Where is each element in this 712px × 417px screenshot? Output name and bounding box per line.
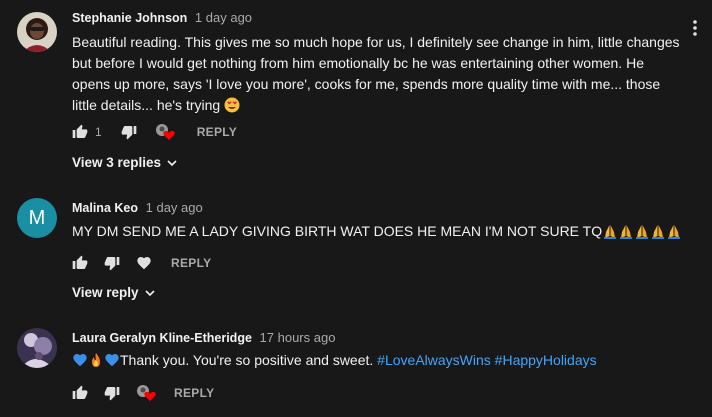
folded-hands-emoji-group	[602, 223, 682, 239]
folded-hands-emoji	[650, 223, 666, 245]
comment-time[interactable]: 1 day ago	[146, 200, 203, 215]
view-replies-label: View reply	[72, 285, 139, 300]
thumb-down-icon[interactable]	[121, 124, 137, 140]
blue-heart-emoji	[104, 352, 120, 374]
hashtag-link[interactable]: #HappyHolidays	[495, 352, 597, 368]
heart-eyes-emoji	[224, 97, 240, 119]
folded-hands-emoji	[602, 223, 618, 245]
reply-button[interactable]: REPLY	[171, 256, 211, 270]
blue-heart-emoji	[72, 352, 88, 374]
author-name[interactable]: Stephanie Johnson	[72, 11, 187, 25]
thumb-up-icon[interactable]	[72, 385, 88, 401]
more-vert-icon[interactable]	[690, 18, 700, 38]
comment-text: MY DM SEND ME A LADY GIVING BIRTH WAT DO…	[72, 221, 684, 245]
avatar[interactable]	[17, 328, 57, 368]
chevron-down-icon	[144, 287, 156, 299]
comment-actions: REPLY	[72, 253, 211, 273]
heart-icon[interactable]	[136, 255, 152, 271]
view-replies-button[interactable]: View 3 replies	[72, 155, 178, 170]
thumb-down-icon[interactable]	[104, 385, 120, 401]
comment-actions: REPLY	[72, 383, 214, 403]
view-replies-label: View 3 replies	[72, 155, 162, 170]
comment-time[interactable]: 1 day ago	[195, 10, 252, 25]
comment-actions: 1 REPLY	[72, 122, 237, 142]
comments-section: Stephanie Johnson 1 day ago Beautiful re…	[0, 0, 712, 417]
chevron-down-icon	[166, 157, 178, 169]
thumb-up-icon[interactable]	[72, 124, 88, 140]
hashtag-link[interactable]: #LoveAlwaysWins	[377, 352, 491, 368]
folded-hands-emoji	[634, 223, 650, 245]
creator-heart-icon	[136, 384, 158, 402]
comment-text-body: Thank you. You're so positive and sweet.	[120, 352, 374, 368]
comment-text: Beautiful reading. This gives me so much…	[72, 32, 684, 119]
comment-text-body: Beautiful reading. This gives me so much…	[72, 34, 680, 113]
author-name[interactable]: Malina Keo	[72, 201, 138, 215]
author-name[interactable]: Laura Geralyn Kline-Etheridge	[72, 331, 252, 345]
folded-hands-emoji	[618, 223, 634, 245]
comment-header: Malina Keo 1 day ago	[72, 200, 203, 215]
comment-header: Laura Geralyn Kline-Etheridge 17 hours a…	[72, 330, 335, 345]
like-count: 1	[95, 125, 102, 139]
avatar[interactable]	[17, 12, 57, 52]
creator-heart-icon	[155, 123, 177, 141]
thumb-down-icon[interactable]	[104, 255, 120, 271]
comment-text: Thank you. You're so positive and sweet.…	[72, 350, 684, 374]
comment-text-body: MY DM SEND ME A LADY GIVING BIRTH WAT DO…	[72, 223, 603, 239]
folded-hands-emoji	[666, 223, 682, 245]
reply-button[interactable]: REPLY	[174, 386, 214, 400]
avatar[interactable]: M	[17, 198, 57, 238]
comment-header: Stephanie Johnson 1 day ago	[72, 10, 252, 25]
thumb-up-icon[interactable]	[72, 255, 88, 271]
comment-time[interactable]: 17 hours ago	[260, 330, 336, 345]
fire-emoji	[88, 352, 104, 374]
view-replies-button[interactable]: View reply	[72, 285, 156, 300]
reply-button[interactable]: REPLY	[197, 125, 237, 139]
